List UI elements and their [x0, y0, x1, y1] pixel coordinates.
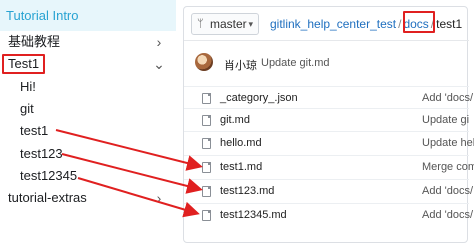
file-name[interactable]: test1.md: [220, 156, 262, 178]
sidebar-category-tutorial-extras[interactable]: tutorial-extras ›: [0, 187, 176, 209]
file-icon: [202, 138, 211, 149]
sidebar-item-label: test12345: [20, 168, 78, 183]
file-row[interactable]: test12345.md Add 'docs/: [184, 203, 473, 227]
branch-selector[interactable]: ᛘ master ▾: [191, 13, 259, 35]
file-icon: [202, 186, 211, 197]
commit-author[interactable]: 肖小琼: [224, 57, 257, 73]
highlight-box-test1: [2, 54, 45, 74]
avatar[interactable]: [195, 53, 213, 71]
file-commit-message[interactable]: Update hel: [422, 132, 474, 154]
file-row[interactable]: _category_.json Add 'docs/: [184, 86, 473, 110]
branch-name: master: [210, 17, 247, 31]
sidebar-item-label: tutorial-extras: [8, 190, 87, 205]
file-icon: [202, 115, 211, 126]
file-name[interactable]: test123.md: [220, 180, 274, 202]
sidebar-item-label: git: [20, 101, 34, 116]
file-icon: [202, 93, 211, 104]
sidebar-item-label: test1: [20, 123, 49, 138]
file-name[interactable]: _category_.json: [220, 87, 298, 109]
repo-file-panel: ᛘ master ▾ gitlink_help_center_test / docs…: [183, 6, 474, 243]
file-row[interactable]: test1.md Merge comr: [184, 155, 474, 179]
file-name[interactable]: git.md: [220, 109, 250, 131]
breadcrumb-separator: /: [398, 17, 402, 31]
sidebar-item-git[interactable]: git: [0, 98, 176, 120]
sidebar-item-label: 基础教程: [8, 34, 61, 49]
sidebar-item-tutorial-intro[interactable]: Tutorial Intro: [0, 0, 176, 31]
sidebar-item-label: test123: [20, 146, 63, 161]
breadcrumb-current: test1: [436, 17, 463, 31]
sidebar-item-test1[interactable]: test1: [0, 120, 176, 142]
chevron-right-icon[interactable]: ›: [152, 187, 166, 209]
file-commit-message[interactable]: Merge comr: [422, 156, 474, 178]
commit-message[interactable]: Update git.md: [261, 57, 329, 69]
chevron-right-icon[interactable]: ›: [152, 31, 166, 53]
file-name[interactable]: hello.md: [220, 132, 262, 154]
file-row[interactable]: git.md Update gi: [184, 108, 469, 132]
chevron-down-icon: ▾: [248, 19, 253, 29]
repo-toolbar: ᛘ master ▾ gitlink_help_center_test / docs…: [184, 7, 469, 41]
sidebar-category-basic[interactable]: 基础教程 ›: [0, 31, 176, 53]
branch-icon: ᛘ: [197, 18, 204, 30]
file-commit-message[interactable]: Add 'docs/: [422, 204, 473, 226]
breadcrumb-repo[interactable]: gitlink_help_center_test: [270, 17, 396, 31]
chevron-down-icon[interactable]: ⌄: [152, 53, 166, 75]
docs-sidebar: Tutorial Intro 基础教程 › Test1 ⌄ Hi! git te…: [0, 0, 176, 243]
file-row[interactable]: test123.md Add 'docs/: [184, 179, 473, 203]
sidebar-item-label: Tutorial Intro: [6, 8, 79, 23]
file-row[interactable]: hello.md Update hel: [184, 131, 474, 155]
highlight-box-breadcrumb: [403, 11, 435, 33]
file-commit-message[interactable]: Add 'docs/: [422, 180, 473, 202]
sidebar-item-label: Hi!: [20, 79, 36, 94]
sidebar-item-hi[interactable]: Hi!: [0, 76, 176, 98]
file-name[interactable]: test12345.md: [220, 204, 287, 226]
file-icon: [202, 210, 211, 221]
file-commit-message[interactable]: Update gi: [422, 109, 469, 131]
file-icon: [202, 162, 211, 173]
file-commit-message[interactable]: Add 'docs/: [422, 87, 473, 109]
sidebar-item-test12345[interactable]: test12345: [0, 165, 176, 187]
sidebar-item-test123[interactable]: test123: [0, 143, 176, 165]
